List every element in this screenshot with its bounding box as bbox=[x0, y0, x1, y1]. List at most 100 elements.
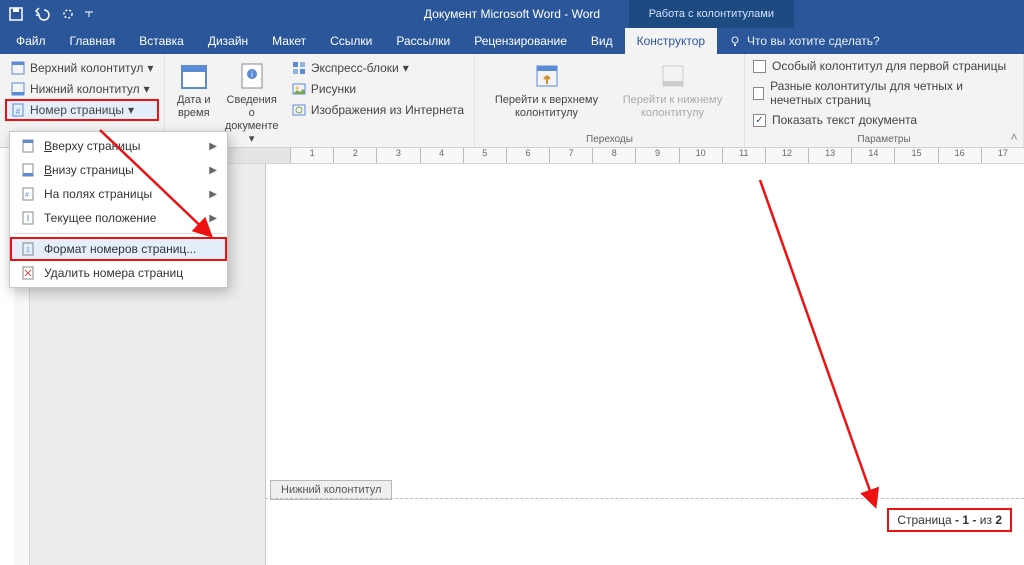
footer-icon bbox=[10, 81, 26, 97]
svg-text:#: # bbox=[25, 192, 29, 199]
checkbox-icon bbox=[753, 87, 764, 100]
contextual-tab-title: Работа с колонтитулами bbox=[629, 0, 794, 28]
menu-bottom-of-page[interactable]: Внизу страницы ▶ bbox=[10, 158, 227, 182]
cursor-pos-icon bbox=[20, 210, 36, 226]
chevron-down-icon: ▾ bbox=[249, 133, 255, 146]
group-nav-label: Переходы bbox=[481, 132, 738, 145]
top-page-icon bbox=[20, 138, 36, 154]
go-to-header-button[interactable]: Перейти к верхнему колонтитулу bbox=[487, 58, 607, 122]
show-text-label: Показать текст документа bbox=[772, 113, 917, 127]
page-number-label: Номер страницы bbox=[30, 103, 124, 117]
go-header-icon bbox=[531, 60, 563, 92]
page-number-menu: Вверху страницы ▶ Внизу страницы ▶ # На … bbox=[9, 131, 228, 288]
collapse-ribbon-icon[interactable]: ˄ bbox=[1006, 129, 1022, 145]
page-total: 2 bbox=[995, 513, 1002, 527]
tab-file[interactable]: Файл bbox=[4, 28, 58, 54]
blocks-icon bbox=[291, 60, 307, 76]
tab-constructor[interactable]: Конструктор bbox=[625, 28, 717, 54]
svg-text:#: # bbox=[16, 107, 21, 116]
calendar-icon bbox=[178, 60, 210, 92]
tell-me-search[interactable]: Что вы хотите сделать? bbox=[717, 28, 892, 54]
format-icon: 1 bbox=[20, 241, 36, 257]
first-page-label: Особый колонтитул для первой страницы bbox=[772, 59, 1006, 73]
tab-design[interactable]: Дизайн bbox=[196, 28, 260, 54]
go-to-footer-button: Перейти к нижнему колонтитулу bbox=[613, 58, 733, 122]
header-label: Верхний колонтитул bbox=[30, 61, 143, 75]
menu-label: Удалить номера страниц bbox=[44, 266, 183, 280]
pictures-label: Рисунки bbox=[311, 82, 356, 96]
menu-label: Формат номеров страниц... bbox=[44, 242, 196, 256]
qat-customize-icon[interactable] bbox=[82, 2, 96, 26]
undo-icon[interactable] bbox=[30, 2, 54, 26]
page-number-button[interactable]: # Номер страницы ▾ bbox=[6, 100, 158, 120]
lightbulb-icon bbox=[729, 35, 741, 47]
menu-top-of-page[interactable]: Вверху страницы ▶ bbox=[10, 134, 227, 158]
page-edge bbox=[265, 164, 266, 565]
group-options-label: Параметры bbox=[751, 132, 1017, 145]
chevron-right-icon: ▶ bbox=[209, 213, 217, 224]
ribbon-tabs: Файл Главная Вставка Дизайн Макет Ссылки… bbox=[0, 28, 1024, 54]
tell-me-label: Что вы хотите сделать? bbox=[747, 34, 880, 48]
tab-references[interactable]: Ссылки bbox=[318, 28, 384, 54]
title-bar: Документ Microsoft Word - Word Работа с … bbox=[0, 0, 1024, 28]
bottom-page-icon bbox=[20, 162, 36, 178]
window-title: Документ Microsoft Word - Word bbox=[424, 7, 600, 21]
footer-button[interactable]: Нижний колонтитул ▾ bbox=[6, 79, 158, 99]
online-pictures-label: Изображения из Интернета bbox=[311, 103, 464, 117]
pictures-button[interactable]: Рисунки bbox=[287, 79, 468, 99]
go-footer-label: Перейти к нижнему колонтитулу bbox=[615, 94, 731, 120]
tab-home[interactable]: Главная bbox=[58, 28, 128, 54]
page-prefix: Страница bbox=[897, 513, 951, 527]
date-time-button[interactable]: Дата и время bbox=[171, 58, 217, 122]
chevron-down-icon: ▾ bbox=[128, 103, 134, 117]
footer-section-label: Нижний колонтитул bbox=[270, 480, 392, 500]
chevron-right-icon: ▶ bbox=[209, 165, 217, 176]
checkbox-checked-icon bbox=[753, 114, 766, 127]
footer-boundary bbox=[265, 498, 1024, 499]
tab-view[interactable]: Вид bbox=[579, 28, 625, 54]
checkbox-show-text[interactable]: Показать текст документа bbox=[751, 112, 1017, 128]
checkbox-icon bbox=[753, 60, 766, 73]
menu-label: На полях страницы bbox=[44, 187, 152, 201]
chevron-down-icon: ▾ bbox=[144, 82, 150, 96]
menu-separator bbox=[14, 233, 223, 234]
margins-icon: # bbox=[20, 186, 36, 202]
globe-picture-icon bbox=[291, 102, 307, 118]
picture-icon bbox=[291, 81, 307, 97]
online-pictures-button[interactable]: Изображения из Интернета bbox=[287, 100, 468, 120]
menu-current-position[interactable]: Текущее положение ▶ bbox=[10, 206, 227, 230]
remove-icon bbox=[20, 265, 36, 281]
svg-text:i: i bbox=[251, 70, 253, 79]
page-number-field[interactable]: Страница - 1 - из 2 bbox=[887, 508, 1012, 532]
menu-label: Вверху страницы bbox=[44, 139, 140, 153]
doc-info-button[interactable]: i Сведения о документе▾ bbox=[223, 58, 281, 148]
express-blocks-button[interactable]: Экспресс-блоки ▾ bbox=[287, 58, 468, 78]
menu-label: Внизу страницы bbox=[44, 163, 134, 177]
redo-icon[interactable] bbox=[56, 2, 80, 26]
checkbox-odd-even[interactable]: Разные колонтитулы для четных и нечетных… bbox=[751, 78, 1017, 108]
header-button[interactable]: Верхний колонтитул ▾ bbox=[6, 58, 158, 78]
go-footer-icon bbox=[657, 60, 689, 92]
save-icon[interactable] bbox=[4, 2, 28, 26]
chevron-right-icon: ▶ bbox=[209, 141, 217, 152]
header-icon bbox=[10, 60, 26, 76]
chevron-down-icon: ▾ bbox=[147, 61, 153, 75]
tab-layout[interactable]: Макет bbox=[260, 28, 318, 54]
doc-info-icon: i bbox=[236, 60, 268, 92]
svg-text:1: 1 bbox=[26, 247, 30, 254]
tab-mailings[interactable]: Рассылки bbox=[384, 28, 462, 54]
chevron-down-icon: ▾ bbox=[403, 61, 409, 75]
menu-format-page-numbers[interactable]: 1 Формат номеров страниц... bbox=[10, 237, 227, 261]
page-sep: из bbox=[980, 513, 992, 527]
menu-remove-page-numbers[interactable]: Удалить номера страниц bbox=[10, 261, 227, 285]
tab-review[interactable]: Рецензирование bbox=[462, 28, 579, 54]
checkbox-first-page[interactable]: Особый колонтитул для первой страницы bbox=[751, 58, 1017, 74]
odd-even-label: Разные колонтитулы для четных и нечетных… bbox=[770, 79, 1015, 107]
tab-insert[interactable]: Вставка bbox=[127, 28, 196, 54]
date-time-label: Дата и время bbox=[173, 94, 215, 120]
menu-label: Текущее положение bbox=[44, 211, 156, 225]
menu-page-margins[interactable]: # На полях страницы ▶ bbox=[10, 182, 227, 206]
chevron-right-icon: ▶ bbox=[209, 189, 217, 200]
footer-label: Нижний колонтитул bbox=[30, 82, 140, 96]
go-header-label: Перейти к верхнему колонтитулу bbox=[489, 94, 605, 120]
